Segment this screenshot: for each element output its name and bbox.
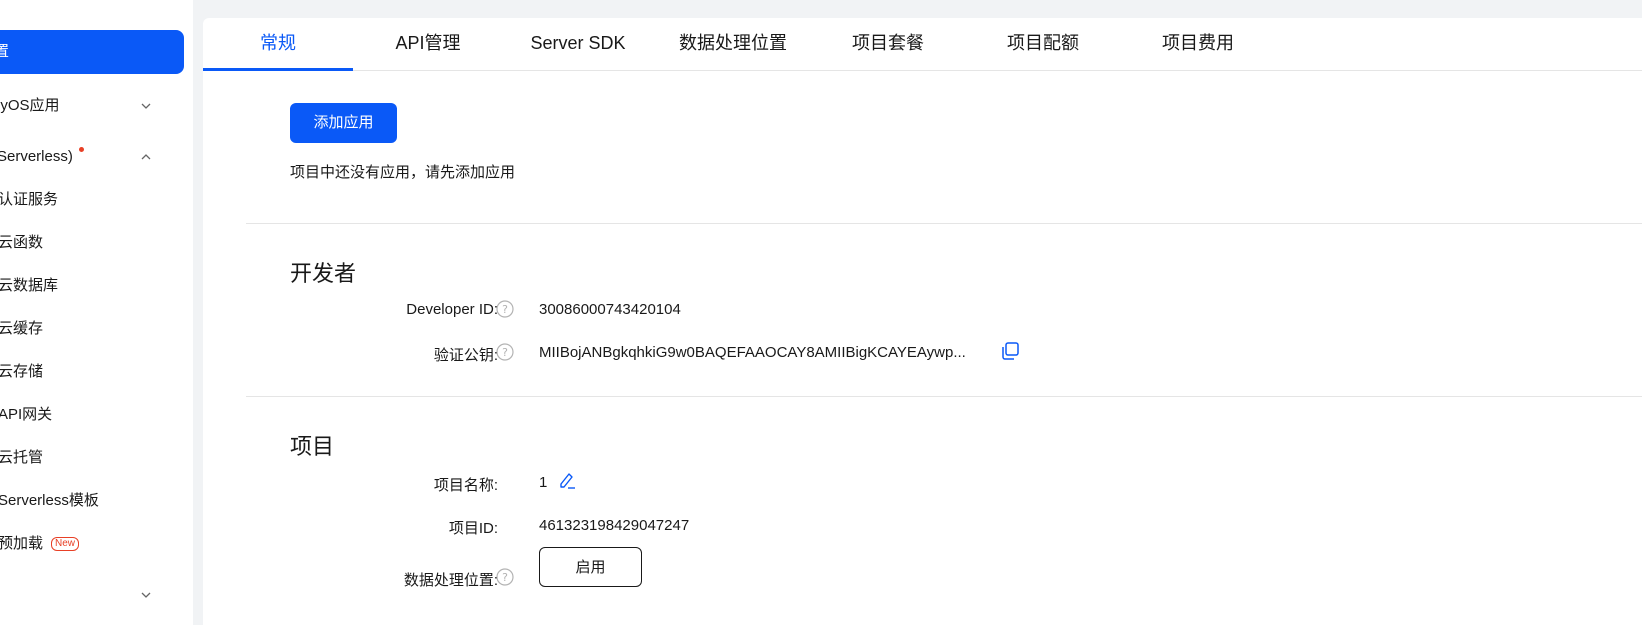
sidebar-item-label: 云数据库: [0, 277, 59, 294]
sidebar-item-label: API网关: [0, 406, 53, 423]
tab-project-quota[interactable]: 项目配额: [963, 18, 1123, 70]
public-key-label: 验证公钥:: [433, 347, 498, 364]
svg-text:?: ?: [502, 571, 508, 584]
sidebar-item-label: 云缓存: [0, 320, 44, 337]
sidebar-item-label: 云托管: [0, 449, 44, 466]
developer-section-title: 开发者: [290, 261, 357, 286]
tab-api-management[interactable]: API管理: [353, 18, 503, 70]
project-name-value: 1: [539, 474, 548, 491]
new-badge: New: [51, 537, 80, 551]
edit-icon[interactable]: [558, 471, 576, 489]
tab-project-package[interactable]: 项目套餐: [813, 18, 963, 70]
data-location-label: 数据处理位置:: [403, 572, 498, 589]
enable-button[interactable]: 启用: [539, 547, 642, 587]
tab-server-sdk[interactable]: Server SDK: [503, 18, 653, 70]
main-panel: 常规 API管理 Server SDK 数据处理位置 项目套餐 项目配额 项目费…: [203, 18, 1642, 625]
sidebar-item-cloud-cache[interactable]: 云缓存: [0, 314, 193, 344]
sidebar-item-label: 认证服务: [0, 191, 59, 208]
add-app-button[interactable]: 添加应用: [290, 103, 397, 143]
sidebar-item-label: nyOS应用: [0, 97, 60, 114]
chevron-down-icon: [141, 592, 151, 598]
sidebar: 置 nyOS应用 (Serverless) 认证服务 云函数 云数据库 云缓存 …: [0, 0, 193, 625]
tab-bar: 常规 API管理 Server SDK 数据处理位置 项目套餐 项目配额 项目费…: [203, 18, 1642, 71]
divider: [246, 223, 1642, 224]
sidebar-item-serverless-templates[interactable]: Serverless模板: [0, 486, 193, 516]
tab-project-cost[interactable]: 项目费用: [1123, 18, 1273, 70]
help-icon[interactable]: ?: [496, 343, 514, 361]
sidebar-item-preload[interactable]: 预加载 New: [0, 529, 193, 559]
top-strip: [193, 0, 1642, 8]
project-section-title: 项目: [290, 434, 335, 459]
sidebar-item-label: 预加载: [0, 535, 44, 552]
sidebar-item-api-gateway[interactable]: API网关: [0, 400, 193, 430]
developer-id-label: Developer ID:: [406, 301, 498, 318]
sidebar-item-collapsed[interactable]: [0, 580, 193, 610]
project-id-value: 461323198429047247: [539, 517, 690, 534]
developer-id-value: 30086000743420104: [539, 301, 681, 318]
tab-data-location[interactable]: 数据处理位置: [653, 18, 813, 70]
sidebar-item-active[interactable]: 置: [0, 30, 184, 74]
divider: [246, 396, 1642, 397]
sidebar-item-cloud-db[interactable]: 云数据库: [0, 271, 193, 301]
public-key-value: MIIBojANBgkqhkiG9w0BAQEFAAOCAY8AMIIBigKC…: [539, 344, 966, 361]
sidebar-item-serverless[interactable]: (Serverless): [0, 142, 193, 172]
sidebar-item-auth[interactable]: 认证服务: [0, 185, 193, 215]
project-id-label: 项目ID:: [448, 520, 498, 537]
sidebar-item-label: (Serverless): [0, 148, 73, 165]
sidebar-item-label: 云存储: [0, 363, 44, 380]
sidebar-item-harmonyos-apps[interactable]: nyOS应用: [0, 91, 193, 121]
notification-dot: [78, 147, 84, 152]
sidebar-item-cloud-functions[interactable]: 云函数: [0, 228, 193, 258]
chevron-down-icon: [141, 103, 151, 109]
sidebar-item-cloud-storage[interactable]: 云存储: [0, 357, 193, 387]
svg-text:?: ?: [502, 303, 508, 316]
copy-icon[interactable]: [1000, 341, 1020, 361]
sidebar-item-label: Serverless模板: [0, 492, 99, 509]
chevron-up-icon: [141, 154, 151, 160]
project-name-label: 项目名称:: [433, 477, 498, 494]
empty-apps-text: 项目中还没有应用，请先添加应用: [290, 164, 516, 181]
svg-text:?: ?: [502, 346, 508, 359]
help-icon[interactable]: ?: [496, 568, 514, 586]
sidebar-item-cloud-hosting[interactable]: 云托管: [0, 443, 193, 473]
tab-general[interactable]: 常规: [203, 18, 353, 71]
sidebar-item-label: 云函数: [0, 234, 44, 251]
help-icon[interactable]: ?: [496, 300, 514, 318]
